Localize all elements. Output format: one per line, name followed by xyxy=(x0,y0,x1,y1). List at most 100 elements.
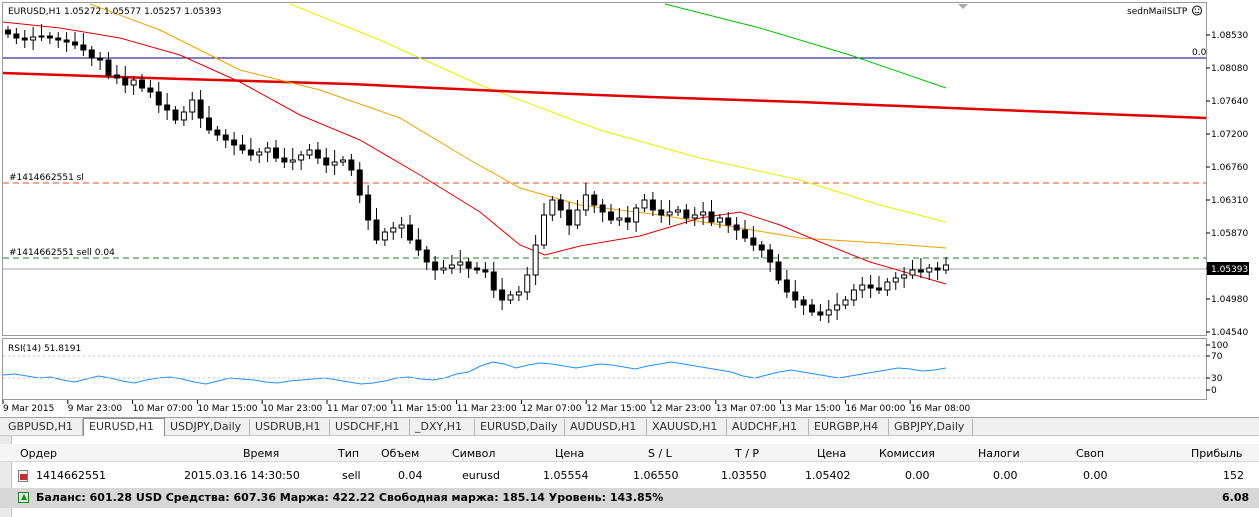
candle-body[interactable] xyxy=(490,271,497,291)
tab-eurusd-daily[interactable]: EURUSD,Daily xyxy=(475,419,565,436)
candle-body[interactable] xyxy=(415,239,422,251)
candle-body[interactable] xyxy=(465,261,472,269)
tab-usdjpy-daily[interactable]: USDJPY,Daily xyxy=(165,419,250,436)
candle-body[interactable] xyxy=(206,117,212,131)
candle-body[interactable] xyxy=(30,36,37,41)
candle-body[interactable] xyxy=(197,99,204,119)
candle-body[interactable] xyxy=(63,39,70,43)
candle-body[interactable] xyxy=(515,291,522,296)
col-type[interactable]: Тип xyxy=(338,447,359,460)
candle-body[interactable] xyxy=(407,224,413,241)
candle-body[interactable] xyxy=(892,277,899,283)
candle-body[interactable] xyxy=(88,49,95,59)
candle-body[interactable] xyxy=(289,159,296,163)
tab-eurgbp-h4[interactable]: EURGBP,H4 xyxy=(809,419,889,436)
candle-body[interactable] xyxy=(934,267,941,271)
candle-body[interactable] xyxy=(649,199,656,211)
candle-body[interactable] xyxy=(943,264,949,271)
tab-gbpusd-h1[interactable]: GBPUSD,H1 xyxy=(3,419,83,436)
candle-body[interactable] xyxy=(122,77,129,86)
ma-yellow-line[interactable] xyxy=(289,3,947,223)
candle-body[interactable] xyxy=(884,281,891,291)
candle-body[interactable] xyxy=(474,267,480,271)
candle-body[interactable] xyxy=(398,224,405,229)
candle-body[interactable] xyxy=(164,104,171,111)
candle-body[interactable] xyxy=(72,41,78,46)
candle-body[interactable] xyxy=(80,44,87,51)
candle-body[interactable] xyxy=(541,214,547,246)
candle-body[interactable] xyxy=(298,154,305,161)
col-order[interactable]: Ордер xyxy=(20,447,57,460)
candle-body[interactable] xyxy=(373,219,380,241)
col-tp[interactable]: T / P xyxy=(735,447,759,460)
candle-body[interactable] xyxy=(742,229,748,239)
candle-body[interactable] xyxy=(432,261,439,271)
candle-body[interactable] xyxy=(340,159,346,163)
candle-body[interactable] xyxy=(901,274,908,279)
candle-body[interactable] xyxy=(834,304,841,311)
candle-body[interactable] xyxy=(130,79,137,86)
candle-body[interactable] xyxy=(641,199,648,209)
candle-body[interactable] xyxy=(105,59,112,76)
candle-body[interactable] xyxy=(700,211,707,216)
candle-body[interactable] xyxy=(817,311,824,316)
candle-body[interactable] xyxy=(750,237,757,246)
candle-body[interactable] xyxy=(599,204,606,213)
candle-body[interactable] xyxy=(46,35,53,39)
candle-body[interactable] xyxy=(222,134,229,141)
candle-body[interactable] xyxy=(850,289,857,301)
col-sl[interactable]: S / L xyxy=(648,447,672,460)
candle-body[interactable] xyxy=(549,199,556,216)
candle-body[interactable] xyxy=(574,209,581,226)
candle-body[interactable] xyxy=(247,149,254,156)
candle-body[interactable] xyxy=(683,209,690,219)
candle-body[interactable] xyxy=(616,217,623,221)
candle-body[interactable] xyxy=(507,294,514,301)
candle-body[interactable] xyxy=(633,207,640,223)
candle-body[interactable] xyxy=(917,269,924,273)
candle-body[interactable] xyxy=(256,151,263,156)
col-price-current[interactable]: Цена xyxy=(817,447,846,460)
candle-body[interactable] xyxy=(499,289,506,301)
candle-body[interactable] xyxy=(13,33,20,39)
tab--dxy-h1[interactable]: _DXY,H1 xyxy=(410,419,475,436)
window-shift-icon[interactable] xyxy=(958,4,968,9)
candle-body[interactable] xyxy=(147,87,154,93)
candle-body[interactable] xyxy=(859,284,866,291)
candle-body[interactable] xyxy=(867,284,874,289)
candle-body[interactable] xyxy=(842,299,849,306)
candle-body[interactable] xyxy=(214,129,221,136)
candle-body[interactable] xyxy=(365,194,372,221)
candle-body[interactable] xyxy=(155,91,162,106)
col-profit[interactable]: Прибыль xyxy=(1191,447,1242,460)
candle-body[interactable] xyxy=(566,209,573,226)
ma-green-line[interactable] xyxy=(664,3,947,89)
candle-body[interactable] xyxy=(775,261,782,281)
ma-red-line[interactable] xyxy=(2,21,947,285)
candle-body[interactable] xyxy=(716,217,723,223)
candle-body[interactable] xyxy=(733,224,740,231)
candle-body[interactable] xyxy=(691,214,698,219)
chart-area[interactable]: 1.08530 1.08080 1.07640 1.07200 1.06760 1.063… xyxy=(0,0,1259,417)
candle-body[interactable] xyxy=(97,57,104,61)
candle-body[interactable] xyxy=(708,211,715,223)
col-volume[interactable]: Объем xyxy=(381,447,419,460)
candle-body[interactable] xyxy=(725,217,732,226)
candle-body[interactable] xyxy=(55,37,62,41)
tab-audchf-h1[interactable]: AUDCHF,H1 xyxy=(727,419,809,436)
tab-audusd-h1[interactable]: AUDUSD,H1 xyxy=(565,419,647,436)
candle-body[interactable] xyxy=(281,157,288,163)
candle-body[interactable] xyxy=(783,279,790,293)
col-symbol[interactable]: Символ xyxy=(452,447,495,460)
candle-body[interactable] xyxy=(5,29,11,35)
candle-body[interactable] xyxy=(390,227,397,233)
candle-body[interactable] xyxy=(172,109,179,121)
candle-body[interactable] xyxy=(306,149,313,156)
candle-body[interactable] xyxy=(767,249,774,263)
candle-body[interactable] xyxy=(264,147,271,153)
candle-body[interactable] xyxy=(758,244,765,251)
order-tp[interactable]: 1.03550 xyxy=(721,469,767,482)
candle-body[interactable] xyxy=(189,99,196,113)
candle-body[interactable] xyxy=(666,211,673,216)
candle-body[interactable] xyxy=(926,267,933,273)
